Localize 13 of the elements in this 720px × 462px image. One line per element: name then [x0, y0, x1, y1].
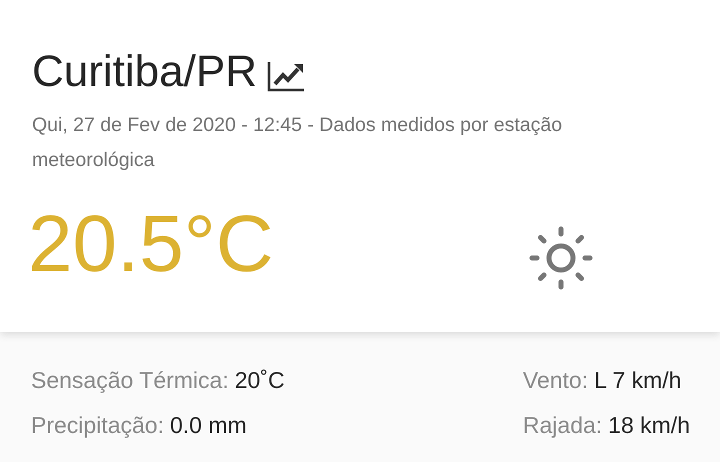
detail-label: Rajada: [522, 411, 602, 440]
detail-value: L 7 km/h [594, 366, 682, 395]
detail-value: 20˚C [234, 366, 285, 395]
detail-value: 0.0 mm [170, 411, 247, 440]
detail-value: 18 km/h [608, 411, 690, 440]
temperature: 20.5°C [28, 198, 274, 290]
sun-icon [529, 226, 593, 290]
detail-label: Precipitação: [31, 411, 164, 440]
city-name: Curitiba/PR [32, 46, 257, 98]
detail-label: Vento: [522, 366, 588, 395]
trend-chart-icon[interactable] [266, 60, 305, 92]
detail-label: Sensação Térmica: [31, 366, 229, 395]
subtitle: Qui, 27 de Fev de 2020 - 12:45 - Dados medidos por estação meteorológica [32, 113, 564, 173]
